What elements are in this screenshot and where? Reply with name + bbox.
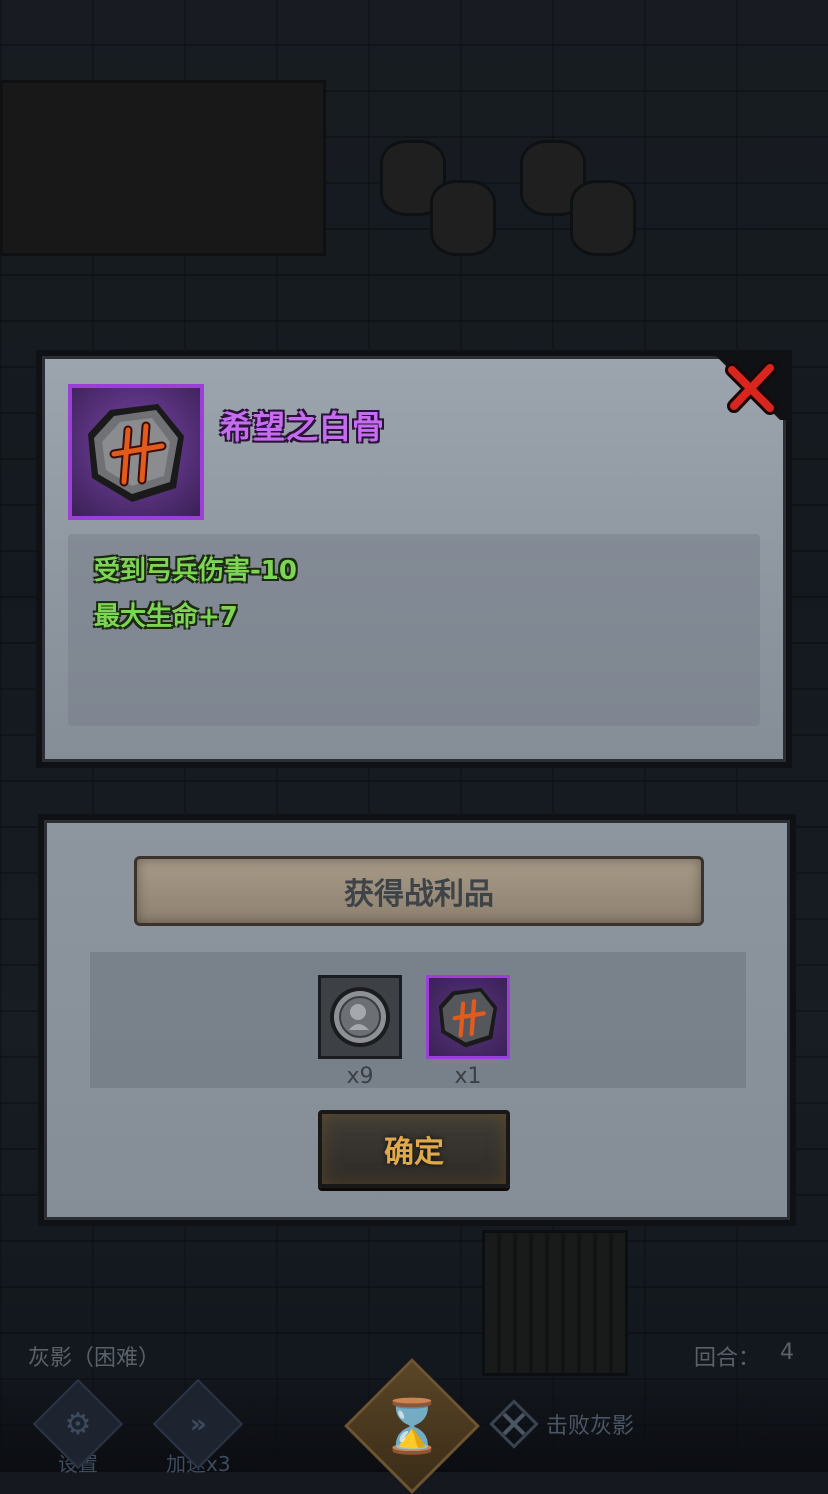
speed-button[interactable]: » 加速x3 bbox=[153, 1378, 244, 1477]
rune-stone-icon bbox=[88, 404, 184, 502]
loot-item-coin[interactable] bbox=[318, 975, 402, 1059]
end-turn-button[interactable]: ⌛ bbox=[344, 1358, 480, 1494]
objective-label: 击败灰影 bbox=[546, 1414, 635, 1439]
gear-icon: ⚙ bbox=[64, 1406, 92, 1442]
loot-title: 获得战利品 bbox=[344, 877, 494, 912]
fast-forward-icon: » bbox=[189, 1408, 207, 1439]
close-button[interactable] bbox=[720, 356, 784, 420]
settings-button[interactable]: ⚙ 设置 bbox=[32, 1378, 124, 1477]
item-stat-archer-damage: 受到弓兵伤害-10 bbox=[94, 556, 297, 586]
item-stat-max-hp: 最大生命+7 bbox=[94, 602, 238, 632]
round-value: 4 bbox=[780, 1340, 794, 1365]
objective-indicator: 击败灰影 bbox=[488, 1398, 634, 1450]
loot-items-box bbox=[90, 952, 746, 1088]
confirm-button[interactable]: 确定 bbox=[318, 1110, 510, 1188]
round-label: 回合： bbox=[693, 1346, 760, 1371]
item-icon-frame bbox=[68, 384, 204, 520]
loot-count-coin: x9 bbox=[346, 1064, 374, 1089]
rune-stone-icon bbox=[438, 987, 498, 1048]
enemy-name-label: 灰影（困难） bbox=[28, 1346, 161, 1371]
round-counter: 回合： 4 bbox=[694, 1340, 794, 1372]
silver-coin-icon bbox=[330, 987, 390, 1047]
hourglass-icon: ⌛ bbox=[379, 1396, 445, 1457]
item-name: 希望之白骨 bbox=[220, 408, 386, 446]
confirm-button-label: 确定 bbox=[384, 1135, 444, 1170]
loot-count-rune: x1 bbox=[454, 1064, 482, 1089]
loot-item-rune[interactable] bbox=[426, 975, 510, 1059]
close-x-icon bbox=[725, 361, 777, 415]
crossed-swords-icon bbox=[489, 1399, 539, 1449]
loot-title-plate: 获得战利品 bbox=[134, 856, 704, 926]
settings-button-frame: ⚙ bbox=[32, 1378, 124, 1470]
